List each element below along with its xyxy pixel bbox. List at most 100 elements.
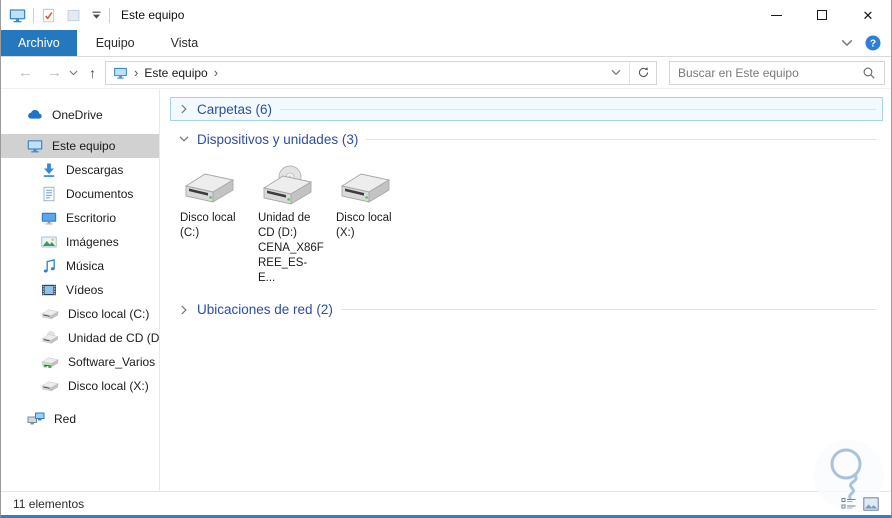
- cd-drive-icon: [41, 331, 59, 345]
- breadcrumb-segment[interactable]: Este equipo: [144, 66, 207, 80]
- tab-equipo[interactable]: Equipo: [79, 30, 152, 56]
- sidebar-item-label: Vídeos: [66, 283, 104, 297]
- network-icon: [27, 412, 45, 426]
- refresh-button[interactable]: [630, 62, 656, 84]
- drives-list: Disco local (C:) Unidad de CD (D:) CENA_…: [180, 161, 883, 286]
- sidebar-item-disco-local-c[interactable]: Disco local (C:): [1, 302, 159, 326]
- drive-label: Disco local (C:): [180, 212, 236, 239]
- view-toggle-buttons: [841, 496, 879, 511]
- group-header-ubicaciones-red[interactable]: Ubicaciones de red (2): [170, 298, 883, 322]
- tab-vista-label: Vista: [170, 36, 199, 50]
- search-box[interactable]: [669, 60, 885, 85]
- properties-icon[interactable]: [41, 8, 56, 23]
- group-label: Ubicaciones de red (2): [197, 302, 333, 318]
- search-icon[interactable]: [862, 66, 876, 80]
- up-button[interactable]: ↑: [83, 65, 105, 81]
- chevron-down-icon[interactable]: [179, 134, 189, 144]
- drive-item-disco-local-c[interactable]: Disco local (C:): [180, 161, 258, 286]
- ribbon-tools: ?: [841, 30, 891, 56]
- new-folder-icon[interactable]: [66, 8, 81, 23]
- navigation-pane: OneDrive Este equipo Descargas Documento…: [1, 89, 160, 491]
- quick-access-toolbar: [41, 8, 102, 23]
- drive-item-disco-local-x[interactable]: Disco local (X:): [336, 161, 414, 286]
- chevron-right-icon[interactable]: [179, 305, 189, 315]
- tab-equipo-label: Equipo: [95, 36, 135, 50]
- sidebar-item-onedrive[interactable]: OneDrive: [1, 103, 159, 127]
- network-drive-icon: [41, 355, 59, 369]
- sidebar-item-disco-local-x[interactable]: Disco local (X:): [1, 374, 159, 398]
- pictures-icon: [41, 234, 57, 250]
- sidebar-item-musica[interactable]: Música: [1, 254, 159, 278]
- window-body: OneDrive Este equipo Descargas Documento…: [1, 89, 891, 491]
- details-view-icon[interactable]: [841, 497, 857, 511]
- title-bar: Este equipo ✕: [1, 0, 891, 30]
- sidebar-item-videos[interactable]: Vídeos: [1, 278, 159, 302]
- sidebar-item-label: OneDrive: [52, 108, 103, 122]
- this-pc-icon: [9, 7, 26, 24]
- ribbon-tab-bar: Archivo Equipo Vista ?: [1, 30, 891, 57]
- search-input[interactable]: [678, 65, 862, 80]
- group-divider-line: [280, 108, 876, 110]
- sidebar-item-label: Descargas: [66, 163, 124, 177]
- drive-item-unidad-cd-d[interactable]: Unidad de CD (D:) CENA_X86FREE_ES-E...: [258, 161, 336, 286]
- recent-locations-button[interactable]: [69, 70, 83, 76]
- group-label: Carpetas (6): [197, 101, 273, 117]
- group-divider-line: [340, 309, 876, 311]
- onedrive-icon: [27, 107, 43, 123]
- tab-archivo[interactable]: Archivo: [1, 30, 77, 56]
- sidebar-item-descargas[interactable]: Descargas: [1, 158, 159, 182]
- sidebar-item-red[interactable]: Red: [1, 407, 159, 431]
- documents-icon: [41, 186, 57, 202]
- desktop-icon: [41, 210, 57, 226]
- group-header-carpetas[interactable]: Carpetas (6): [170, 97, 883, 121]
- drive-label: Unidad de CD (D:) CENA_X86FREE_ES-E...: [258, 212, 324, 284]
- breadcrumb-chevron-icon[interactable]: ›: [134, 65, 138, 80]
- hdd-icon: [180, 161, 258, 209]
- sidebar-item-label: Unidad de CD (D:) C: [68, 331, 159, 345]
- titlebar-separator: [109, 7, 110, 23]
- hdd-icon: [41, 307, 59, 321]
- svg-text:?: ?: [870, 39, 876, 50]
- sidebar-item-label: Este equipo: [52, 139, 116, 153]
- window-title: Este equipo: [121, 8, 185, 22]
- group-label: Dispositivos y unidades (3): [197, 131, 359, 147]
- window-controls: ✕: [753, 0, 891, 30]
- sidebar-item-imagenes[interactable]: Imágenes: [1, 230, 159, 254]
- thumbnails-view-icon[interactable]: [863, 496, 879, 511]
- close-button[interactable]: ✕: [845, 0, 891, 30]
- tab-vista[interactable]: Vista: [154, 30, 216, 56]
- customize-toolbar-icon[interactable]: [91, 11, 102, 20]
- sidebar-item-unidad-cd-d[interactable]: Unidad de CD (D:) C: [1, 326, 159, 350]
- back-button[interactable]: ←: [11, 65, 40, 80]
- sidebar-item-label: Documentos: [66, 187, 134, 201]
- forward-button[interactable]: →: [40, 65, 69, 80]
- maximize-icon: [817, 10, 827, 20]
- sidebar-item-label: Red: [54, 412, 77, 426]
- chevron-right-icon[interactable]: [179, 104, 189, 114]
- group-divider-line: [366, 138, 876, 140]
- explorer-window: Este equipo ✕ Archivo Equipo Vista ? ← →…: [0, 0, 892, 518]
- navigation-bar: ← → ↑ › Este equipo ›: [1, 57, 891, 89]
- minimize-icon: [770, 14, 782, 16]
- address-bar[interactable]: › Este equipo ›: [105, 60, 657, 85]
- minimize-button[interactable]: [753, 0, 799, 30]
- sidebar-item-este-equipo[interactable]: Este equipo: [1, 134, 159, 158]
- breadcrumb[interactable]: › Este equipo ›: [106, 65, 603, 80]
- items-view: Carpetas (6) Dispositivos y unidades (3)…: [160, 89, 891, 491]
- expand-ribbon-icon[interactable]: [841, 39, 853, 47]
- videos-icon: [41, 282, 57, 298]
- hdd-icon: [41, 379, 59, 393]
- address-dropdown-button[interactable]: [603, 62, 629, 84]
- sidebar-item-escritorio[interactable]: Escritorio: [1, 206, 159, 230]
- sidebar-item-documentos[interactable]: Documentos: [1, 182, 159, 206]
- music-icon: [41, 258, 57, 274]
- sidebar-item-software-varios[interactable]: Software_Varios (\\: [1, 350, 159, 374]
- breadcrumb-chevron-icon[interactable]: ›: [214, 65, 218, 80]
- help-icon[interactable]: ?: [865, 35, 881, 51]
- sidebar-item-label: Imágenes: [66, 235, 119, 249]
- this-pc-icon: [27, 138, 43, 154]
- group-header-dispositivos[interactable]: Dispositivos y unidades (3): [170, 127, 883, 151]
- maximize-button[interactable]: [799, 0, 845, 30]
- items-count: 11 elementos: [13, 496, 85, 511]
- sidebar-item-label: Disco local (C:): [68, 307, 150, 321]
